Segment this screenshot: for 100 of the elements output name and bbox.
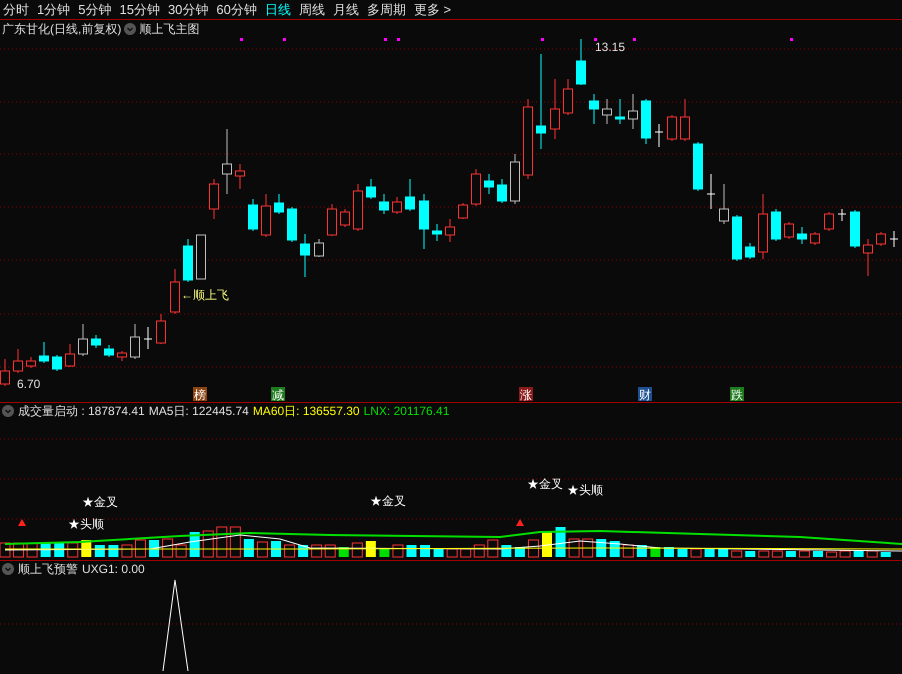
volume-bar	[826, 552, 838, 558]
candlestick	[39, 342, 49, 364]
volume-bar	[690, 548, 702, 558]
candlestick	[758, 194, 768, 260]
candlestick	[314, 238, 324, 258]
candlestick	[300, 234, 310, 278]
warning-reading: UXG1: 0.00	[82, 560, 145, 578]
signal-label: ←顺上飞	[181, 288, 229, 302]
warning-triangle-icon	[18, 519, 26, 526]
candlestick	[628, 94, 638, 130]
candlestick	[654, 124, 664, 148]
period-tab[interactable]: 更多 >	[414, 0, 452, 20]
candlestick	[824, 212, 834, 232]
candlestick	[706, 174, 716, 210]
indicator-reading: 成交量启动 : 187874.41	[18, 402, 145, 420]
indicator-reading: LNX: 201176.41	[364, 402, 450, 420]
period-tab[interactable]: 多周期	[366, 0, 406, 20]
candlestick	[589, 94, 599, 124]
candlestick	[144, 326, 152, 350]
candlestick	[78, 324, 88, 356]
period-tab[interactable]: 月线	[332, 0, 359, 20]
volume-bar	[813, 551, 823, 557]
volume-bar	[149, 540, 160, 557]
candlestick	[471, 168, 481, 206]
warning-triangle-icon	[516, 519, 524, 526]
candlestick	[432, 224, 442, 242]
candlestick	[13, 348, 23, 374]
volume-bar	[772, 550, 783, 558]
volume-bar	[678, 549, 688, 557]
candlestick	[863, 238, 873, 276]
period-tab[interactable]: 分时	[3, 0, 29, 20]
period-tab[interactable]: 15分钟	[119, 0, 160, 20]
signal-text: ★头顺	[68, 517, 104, 531]
dropdown-chevron-icon[interactable]	[124, 23, 136, 35]
candlestick	[850, 210, 860, 248]
candlestick	[602, 98, 612, 124]
candlestick	[797, 226, 807, 244]
candlestick	[222, 128, 232, 194]
candlestick	[130, 324, 140, 360]
indicator-name: 顺上飞主图	[139, 21, 200, 38]
candlestick	[104, 344, 114, 358]
dropdown-chevron-icon[interactable]	[2, 404, 14, 416]
candlestick	[771, 208, 781, 242]
candlestick	[209, 178, 219, 220]
volume-bar	[786, 551, 796, 557]
candlestick	[170, 268, 180, 314]
candlestick	[838, 208, 846, 222]
volume-bar	[67, 542, 78, 558]
candlestick	[445, 218, 455, 242]
signal-text: ★头顺	[567, 483, 603, 497]
candlestick	[156, 314, 166, 344]
volume-bar	[528, 540, 539, 558]
candlestick	[379, 194, 389, 214]
candlestick	[65, 344, 75, 368]
volume-bar	[731, 550, 742, 558]
candlestick	[576, 38, 586, 86]
candlestick	[91, 334, 101, 348]
event-tag-text: 减	[272, 388, 284, 402]
candlestick	[810, 232, 820, 246]
candlestick	[183, 238, 193, 282]
volume-bar	[854, 551, 864, 557]
volume-bar	[121, 544, 132, 558]
candlestick	[327, 204, 337, 236]
period-tab[interactable]: 5分钟	[78, 0, 112, 20]
volume-bar	[434, 549, 444, 557]
candlestick	[196, 234, 206, 280]
candlestick	[732, 214, 742, 262]
candlestick	[550, 78, 560, 140]
low-price-label: 6.70	[17, 377, 40, 391]
candlestick	[510, 154, 520, 204]
candlestick	[680, 98, 690, 142]
volume-bar	[446, 548, 458, 558]
volume-bar	[392, 544, 404, 558]
volume-bar	[108, 545, 118, 557]
volume-bar	[256, 542, 268, 558]
candlestick	[405, 178, 415, 212]
period-tab[interactable]: 日线	[264, 0, 291, 20]
candlestick	[615, 98, 625, 124]
period-tab[interactable]: 30分钟	[168, 0, 208, 20]
candlestick	[458, 202, 468, 220]
volume-bar	[664, 547, 674, 557]
warning-title: 顺上飞预警	[18, 560, 78, 578]
period-tab[interactable]: 周线	[298, 0, 325, 20]
candlestick	[784, 222, 794, 240]
volume-bar	[135, 540, 146, 558]
candlestick	[261, 194, 271, 238]
candlestick	[719, 184, 729, 224]
volume-bar	[758, 550, 770, 558]
candlestick	[641, 98, 651, 144]
volume-bar	[406, 545, 416, 557]
period-tab[interactable]: 1分钟	[37, 0, 70, 20]
candlestick	[876, 232, 886, 246]
dropdown-chevron-icon[interactable]	[2, 562, 14, 574]
event-tag-text: 榜	[194, 388, 206, 402]
signal-text: ★金叉	[82, 495, 118, 509]
candlestick	[366, 178, 376, 200]
volume-bar	[798, 550, 810, 558]
volume-bar	[745, 551, 756, 557]
candlestick	[274, 194, 284, 214]
period-tab[interactable]: 60分钟	[216, 0, 257, 20]
